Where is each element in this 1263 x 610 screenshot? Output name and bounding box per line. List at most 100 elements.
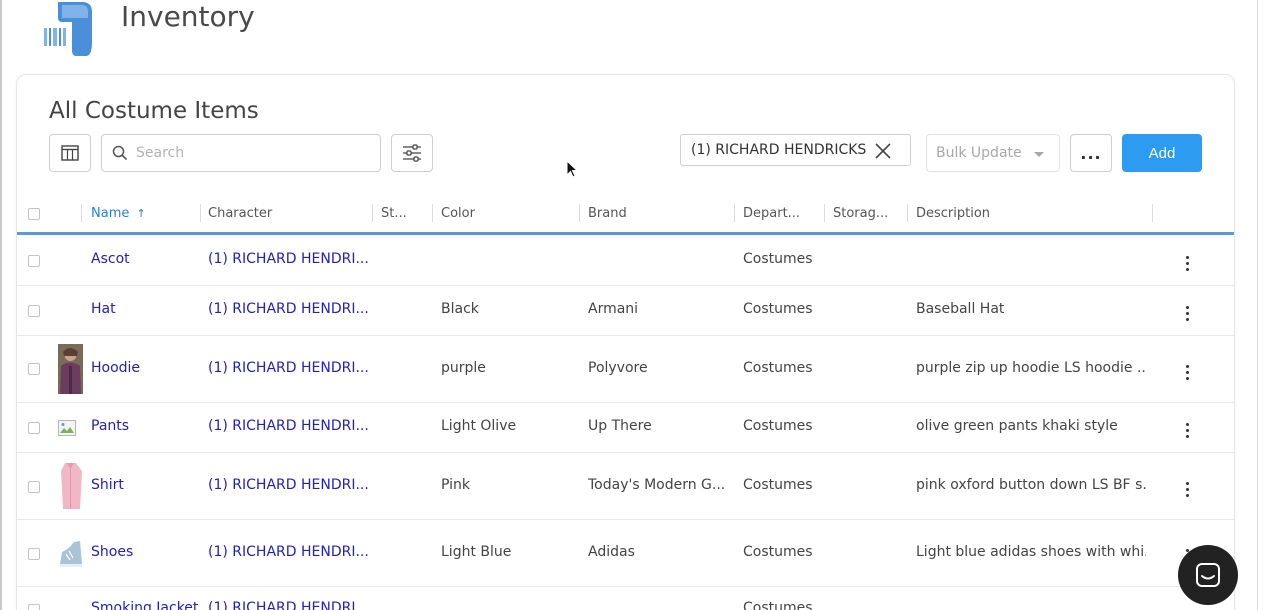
- item-color: Black: [441, 301, 479, 317]
- shirt-thumbnail[interactable]: [58, 461, 83, 511]
- card-title: All Costume Items: [49, 98, 259, 124]
- filter-chip-label: (1) RICHARD HENDRICKS: [691, 142, 867, 158]
- select-all-checkbox[interactable]: [28, 208, 40, 220]
- column-header-character[interactable]: Character: [208, 206, 272, 221]
- column-header-storage[interactable]: Storag...: [833, 206, 888, 221]
- item-character-link[interactable]: (1) RICHARD HENDRI...: [208, 600, 368, 610]
- table-row[interactable]: Shirt (1) RICHARD HENDRI... Pink Today's…: [17, 453, 1234, 520]
- add-button[interactable]: Add: [1122, 134, 1202, 172]
- row-checkbox[interactable]: [28, 255, 40, 267]
- item-character-link[interactable]: (1) RICHARD HENDRI...: [208, 360, 368, 376]
- item-name-link[interactable]: Ascot: [91, 251, 130, 267]
- row-menu-icon[interactable]: [1186, 423, 1190, 439]
- item-description: Baseball Hat: [916, 301, 1005, 317]
- column-separator: [432, 204, 433, 222]
- item-name-link[interactable]: Hat: [91, 301, 116, 317]
- shoes-thumbnail[interactable]: [58, 538, 83, 568]
- row-checkbox[interactable]: [28, 548, 40, 560]
- item-brand: Polyvore: [588, 360, 648, 376]
- row-menu-icon[interactable]: [1186, 256, 1190, 272]
- column-separator: [734, 204, 735, 222]
- item-character-link[interactable]: (1) RICHARD HENDRI...: [208, 418, 368, 434]
- item-description: olive green pants khaki style: [916, 418, 1118, 434]
- table-header: Name ↑ Character St... Color Brand Depar…: [17, 195, 1234, 233]
- row-checkbox[interactable]: [28, 422, 40, 434]
- item-description: purple zip up hoodie LS hoodie ...: [916, 360, 1146, 376]
- item-description: pink oxford button down LS BF s...: [916, 477, 1146, 493]
- more-options-button[interactable]: ...: [1070, 134, 1112, 172]
- chat-button[interactable]: [1178, 545, 1238, 605]
- item-brand: Up There: [588, 418, 652, 434]
- row-checkbox[interactable]: [28, 481, 40, 493]
- page-title: Inventory: [121, 0, 255, 33]
- barcode-scanner-icon: [44, 2, 92, 56]
- item-color: Light Blue: [441, 544, 512, 560]
- hoodie-thumbnail[interactable]: [58, 344, 83, 394]
- column-header-brand[interactable]: Brand: [588, 206, 627, 221]
- search-box[interactable]: [101, 134, 381, 172]
- table-row[interactable]: Smoking Jacket (1) RICHARD HENDRI... Cos…: [17, 587, 1234, 610]
- item-name-link[interactable]: Smoking Jacket: [91, 600, 198, 610]
- mouse-pointer-icon: [566, 159, 579, 178]
- table-row[interactable]: Pants (1) RICHARD HENDRI... Light Olive …: [17, 403, 1234, 453]
- item-brand: Adidas: [588, 544, 635, 560]
- column-header-department[interactable]: Depart...: [743, 206, 800, 221]
- sort-ascending-icon: ↑: [136, 207, 146, 220]
- column-header-name[interactable]: Name ↑: [91, 206, 146, 221]
- item-name-link[interactable]: Hoodie: [91, 360, 140, 376]
- row-checkbox[interactable]: [28, 604, 40, 610]
- columns-button[interactable]: [49, 134, 91, 172]
- columns-icon: [61, 145, 79, 161]
- column-separator: [907, 204, 908, 222]
- caret-down-icon: [1034, 152, 1044, 157]
- column-separator: [200, 204, 201, 222]
- column-separator: [579, 204, 580, 222]
- item-name-link[interactable]: Shirt: [91, 477, 124, 493]
- item-brand: Armani: [588, 301, 639, 317]
- item-department: Costumes: [743, 360, 813, 376]
- table-row[interactable]: Shoes (1) RICHARD HENDRI... Light Blue A…: [17, 520, 1234, 587]
- item-color: Light Olive: [441, 418, 517, 434]
- column-header-name-label: Name: [91, 206, 130, 221]
- item-department: Costumes: [743, 251, 813, 267]
- search-input[interactable]: [136, 145, 366, 161]
- table-row[interactable]: Hoodie (1) RICHARD HENDRI... purple Poly…: [17, 336, 1234, 403]
- row-menu-icon[interactable]: [1186, 306, 1190, 322]
- item-department: Costumes: [743, 544, 813, 560]
- broken-image-icon[interactable]: [58, 420, 76, 436]
- close-icon[interactable]: [874, 142, 892, 160]
- item-department: Costumes: [743, 477, 813, 493]
- table-row[interactable]: Hat (1) RICHARD HENDRI... Black Armani C…: [17, 286, 1234, 336]
- column-header-color[interactable]: Color: [441, 206, 475, 221]
- item-department: Costumes: [743, 301, 813, 317]
- row-menu-icon[interactable]: [1186, 365, 1190, 381]
- item-department: Costumes: [743, 418, 813, 434]
- column-separator: [372, 204, 373, 222]
- row-checkbox[interactable]: [28, 305, 40, 317]
- column-header-status[interactable]: St...: [381, 206, 407, 221]
- item-character-link[interactable]: (1) RICHARD HENDRI...: [208, 477, 368, 493]
- search-icon: [112, 145, 128, 161]
- filter-settings-button[interactable]: [391, 134, 433, 172]
- right-border: [1257, 0, 1258, 610]
- sliders-icon: [403, 144, 421, 162]
- item-character-link[interactable]: (1) RICHARD HENDRI...: [208, 544, 368, 560]
- table-row[interactable]: Ascot (1) RICHARD HENDRI... Costumes: [17, 235, 1234, 286]
- bulk-update-label: Bulk Update: [936, 145, 1022, 161]
- row-checkbox[interactable]: [28, 363, 40, 375]
- item-character-link[interactable]: (1) RICHARD HENDRI...: [208, 251, 368, 267]
- bulk-update-select[interactable]: Bulk Update: [926, 134, 1060, 172]
- column-separator: [81, 204, 82, 222]
- item-color: purple: [441, 360, 486, 376]
- row-menu-icon[interactable]: [1186, 482, 1190, 498]
- character-filter-chip[interactable]: (1) RICHARD HENDRICKS: [680, 134, 911, 166]
- column-header-description[interactable]: Description: [916, 206, 990, 221]
- item-brand: Today's Modern G...: [588, 477, 726, 493]
- item-name-link[interactable]: Shoes: [91, 544, 133, 560]
- item-character-link[interactable]: (1) RICHARD HENDRI...: [208, 301, 368, 317]
- item-name-link[interactable]: Pants: [91, 418, 129, 434]
- column-separator: [824, 204, 825, 222]
- column-separator: [1152, 204, 1153, 222]
- left-border: [0, 0, 2, 610]
- chat-icon: [1196, 563, 1220, 587]
